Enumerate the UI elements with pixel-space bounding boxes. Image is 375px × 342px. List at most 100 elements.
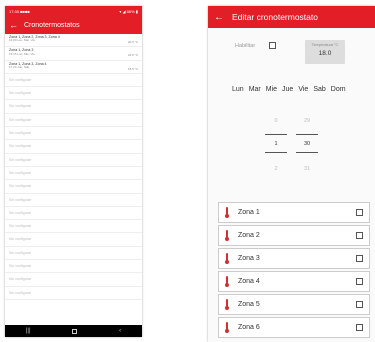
chrono-row-unconfigured[interactable]: Sin configurar [5,247,142,261]
recents-icon[interactable]: ||| [26,328,31,334]
row-unconfigured-label: Sin configurar [9,77,32,82]
zone-row[interactable]: Zona 5 [218,294,370,315]
chrono-row-unconfigured[interactable]: Sin configurar [5,154,142,167]
zone-name: Zona 3 [238,255,260,262]
minute-prev[interactable]: 29 [297,118,317,124]
row-unconfigured-label: Sin configurar [9,131,32,136]
zone-checkbox[interactable] [356,232,363,239]
row-unconfigured-label: Sin configurar [9,290,32,295]
chrono-row-unconfigured[interactable]: Sin configurar [5,207,142,221]
zone-checkbox[interactable] [356,324,363,331]
nav-bar: ||| ‹ [5,325,142,337]
back-arrow-icon[interactable]: ← [214,12,224,23]
row-temperature: 18.5 °C [127,66,138,71]
minute-selected[interactable]: 30 [297,141,317,147]
zone-list: Zona 1 Zona 2 Zona 3 Zona 4 Zona 5 Zona 6 [218,202,370,340]
chrono-row-unconfigured[interactable]: Sin configurar [5,287,142,300]
day-jue[interactable]: Jue [282,86,293,93]
status-right: ▾ ◢ 86% ▮ [119,8,138,14]
zone-row[interactable]: Zona 3 [218,248,370,269]
back-arrow-icon[interactable]: ← [9,20,18,30]
status-bar: 17:35 ■■■■ ▾ ◢ 86% ▮ [5,6,142,16]
chrono-list: Zona 1, Zona 2, Zona 3, Zona 4 16:00 Lun,… [5,34,142,325]
chrono-row-unconfigured[interactable]: Sin configurar [5,127,142,141]
day-selector: Lun Mar Mie Jue Vie Sab Dom [232,86,369,93]
zone-checkbox[interactable] [356,255,363,262]
row-unconfigured-label: Sin configurar [9,237,32,242]
page-title: Editar cronotermostato [232,12,318,22]
zone-name: Zona 2 [238,232,260,239]
chrono-row-unconfigured[interactable]: Sin configurar [5,74,142,88]
thermometer-bulb [225,306,229,310]
enable-row: Habilitar [235,42,277,49]
row-unconfigured-label: Sin configurar [9,224,32,229]
row-unconfigured-label: Sin configurar [9,170,32,175]
zone-name: Zona 1 [238,209,260,216]
thermometer-bulb [225,237,229,241]
row-unconfigured-label: Sin configurar [9,210,32,215]
chrono-row-unconfigured[interactable]: Sin configurar [5,87,142,101]
row-unconfigured-label: Sin configurar [9,157,32,162]
zone-checkbox[interactable] [356,278,363,285]
chrono-row[interactable]: Zona 1, Zona 2, Zona 3, Zona 4 16:00 Lun,… [5,34,142,48]
chrono-row-unconfigured[interactable]: Sin configurar [5,233,142,247]
chrono-row-unconfigured[interactable]: Sin configurar [5,100,142,114]
chrono-row-unconfigured[interactable]: Sin configurar [5,220,142,234]
row-unconfigured-label: Sin configurar [9,91,32,96]
chrono-row[interactable]: Zona 1, Zona 3, Zona 4 17:24 Jue, Sab 18.5… [5,61,142,74]
row-unconfigured-label: Sin configurar [9,250,32,255]
temperature-value: 18.0 [318,50,332,57]
hour-prev[interactable]: 0 [266,118,286,124]
enable-checkbox[interactable] [269,42,277,49]
zone-checkbox[interactable] [356,301,363,308]
thermometer-icon [225,276,229,287]
back-icon[interactable]: ‹ [119,328,121,334]
hour-next[interactable]: 2 [266,166,286,172]
temperature-field[interactable]: Temperatura °C 18.0 [305,40,345,64]
row-unconfigured-label: Sin configurar [9,264,32,269]
time-picker[interactable]: 0 29 1 30 2 31 [264,118,334,188]
chrono-row-unconfigured[interactable]: Sin configurar [5,167,142,181]
row-unconfigured-label: Sin configurar [9,144,32,149]
chrono-row[interactable]: Zona 1, Zona 3 19:15 Lun, Mie, Vie 22.0 °C [5,47,142,61]
thermometer-bulb [225,214,229,218]
chrono-row-unconfigured[interactable]: Sin configurar [5,194,142,207]
edit-screen: ← Editar cronotermostato Habilitar Tempe… [208,6,375,342]
zone-row[interactable]: Zona 6 [218,317,370,338]
thermometer-icon [225,322,229,333]
row-unconfigured-label: Sin configurar [9,104,32,109]
day-mie[interactable]: Mie [266,86,277,93]
chrono-row-unconfigured[interactable]: Sin configurar [5,140,142,154]
zone-row[interactable]: Zona 2 [218,225,370,246]
day-dom[interactable]: Dom [331,86,346,93]
day-mar[interactable]: Mar [249,86,261,93]
chrono-row-unconfigured[interactable]: Sin configurar [5,273,142,287]
temperature-label: Temperatura °C [311,43,339,47]
row-temperature: 22.0 °C [127,53,138,58]
row-schedule: 19:15 Lun, Mie, Vie [9,51,35,56]
zone-row[interactable]: Zona 1 [218,202,370,223]
home-icon[interactable] [72,328,78,334]
chrono-row-unconfigured[interactable]: Sin configurar [5,114,142,128]
thermometer-bulb [225,283,229,287]
status-left: 17:35 ■■■■ [9,8,30,14]
zone-name: Zona 4 [238,278,260,285]
minute-next[interactable]: 31 [297,166,317,172]
day-lun[interactable]: Lun [232,86,244,93]
hour-divider-bottom [265,152,287,153]
row-temperature: 20.0 °C [127,40,138,44]
day-vie[interactable]: Vie [298,86,308,93]
thermometer-bulb [225,329,229,333]
thermometer-icon [225,230,229,241]
zone-checkbox[interactable] [356,209,363,216]
chrono-row-unconfigured[interactable]: Sin configurar [5,180,142,194]
zone-name: Zona 6 [238,324,260,331]
zone-row[interactable]: Zona 4 [218,271,370,292]
row-unconfigured-label: Sin configurar [9,184,32,189]
zone-name: Zona 5 [238,301,260,308]
row-unconfigured-label: Sin configurar [9,277,32,282]
thermometer-icon [225,207,229,218]
day-sab[interactable]: Sab [313,86,325,93]
hour-selected[interactable]: 1 [266,141,286,147]
chrono-row-unconfigured[interactable]: Sin configurar [5,260,142,274]
